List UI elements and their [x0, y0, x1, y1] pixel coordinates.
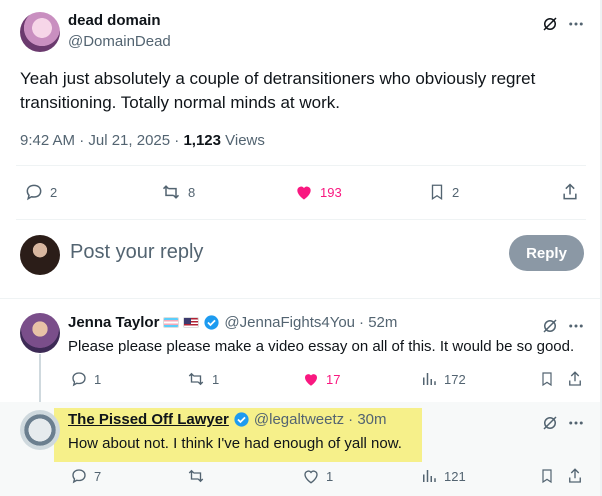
reply-icon [70, 467, 88, 485]
share-icon[interactable] [560, 182, 580, 202]
post-text: Yeah just absolutely a couple of detrans… [20, 69, 536, 112]
reply-icon [24, 182, 44, 202]
reply-text: How about not. I think I've had enough o… [68, 435, 402, 452]
verified-badge-icon [233, 411, 250, 428]
divider [16, 165, 586, 166]
post-timestamp[interactable]: 9:42 AM · Jul 21, 2025 · [20, 132, 183, 149]
repost-icon [160, 182, 182, 202]
post-meta: 9:42 AM · Jul 21, 2025 · 1,123 Views [20, 132, 265, 149]
repost-count: 1 [212, 371, 220, 387]
reply-author-name[interactable]: Jenna Taylor [68, 314, 159, 331]
like-action[interactable]: 193 [294, 182, 342, 202]
views-action[interactable]: 121 [420, 467, 466, 485]
reply-text: Please please please make a video essay … [68, 338, 575, 355]
like-count: 17 [326, 371, 341, 387]
heart-filled-icon [294, 182, 314, 202]
divider [0, 298, 602, 299]
reply-action[interactable]: 7 [70, 467, 101, 485]
us-flag-icon [183, 317, 200, 328]
grok-icon[interactable] [540, 413, 560, 433]
like-action[interactable]: 17 [302, 370, 340, 388]
reply-count: 2 [50, 184, 58, 200]
repost-action[interactable] [186, 467, 212, 485]
reply-author-handle[interactable]: @JennaFights4You [224, 314, 355, 331]
reply-action[interactable]: 1 [70, 370, 101, 388]
author-handle[interactable]: @DomainDead [68, 33, 171, 50]
thread-line [39, 354, 41, 404]
reply-count: 1 [94, 371, 102, 387]
reply-author-handle[interactable]: @legaltweetz [254, 411, 344, 428]
bookmark-count: 2 [452, 184, 460, 200]
reply-button[interactable]: Reply [509, 235, 584, 271]
current-user-avatar[interactable] [20, 235, 60, 275]
more-options-icon[interactable] [566, 14, 586, 34]
views-count: 121 [444, 468, 466, 484]
bookmark-icon[interactable] [538, 370, 556, 388]
grok-icon[interactable] [540, 14, 560, 34]
views-count: 1,123 [183, 132, 221, 149]
more-options-icon[interactable] [566, 316, 586, 336]
bookmark-action[interactable]: 2 [428, 182, 459, 202]
grok-icon[interactable] [540, 316, 560, 336]
author-name[interactable]: dead domain [68, 12, 161, 29]
views-action[interactable]: 172 [420, 370, 466, 388]
share-icon[interactable] [566, 370, 584, 388]
reply-count: 7 [94, 468, 102, 484]
reply-time[interactable]: · 52m [359, 314, 397, 331]
reply-author-name[interactable]: The Pissed Off Lawyer [68, 411, 229, 428]
more-options-icon[interactable] [566, 413, 586, 433]
repost-icon [186, 467, 206, 485]
reply-avatar[interactable] [20, 313, 60, 353]
divider [16, 219, 586, 220]
heart-outline-icon [302, 467, 320, 485]
like-action[interactable]: 1 [302, 467, 333, 485]
verified-badge-icon [203, 314, 220, 331]
reply-action[interactable]: 2 [24, 182, 57, 202]
reply-icon [70, 370, 88, 388]
views-icon [420, 467, 438, 485]
reply-avatar[interactable] [20, 410, 60, 450]
views-icon [420, 370, 438, 388]
reply-time[interactable]: · 30m [348, 411, 386, 428]
bookmark-icon [428, 182, 446, 202]
repost-action[interactable]: 8 [160, 182, 195, 202]
share-icon[interactable] [566, 467, 584, 485]
views-label: Views [220, 132, 265, 149]
views-count: 172 [444, 371, 466, 387]
reply-input[interactable]: Post your reply [70, 241, 203, 264]
repost-count: 8 [188, 184, 196, 200]
heart-filled-icon [302, 370, 320, 388]
trans-flag-icon [163, 317, 180, 328]
reply-header: Jenna Taylor @JennaFights4You · 52m [68, 314, 397, 331]
repost-action[interactable]: 1 [186, 370, 219, 388]
like-count: 1 [326, 468, 334, 484]
like-count: 193 [320, 184, 342, 200]
bookmark-icon[interactable] [538, 467, 556, 485]
author-avatar[interactable] [20, 12, 60, 52]
repost-icon [186, 370, 206, 388]
reply-header: The Pissed Off Lawyer @legaltweetz · 30m [68, 411, 387, 428]
